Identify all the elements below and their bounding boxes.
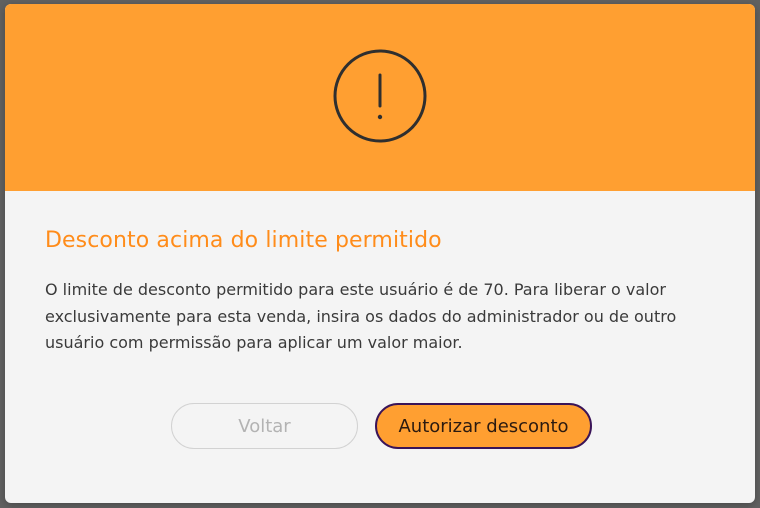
authorize-discount-button[interactable]: Autorizar desconto [375, 403, 592, 449]
exclamation-circle-icon [333, 49, 427, 143]
discount-limit-dialog: Desconto acima do limite permitido O lim… [5, 4, 755, 503]
dialog-message: O limite de desconto permitido para este… [45, 280, 677, 352]
dialog-header [5, 4, 755, 191]
back-button[interactable]: Voltar [171, 403, 358, 449]
dialog-title: Desconto acima do limite permitido [45, 228, 442, 253]
